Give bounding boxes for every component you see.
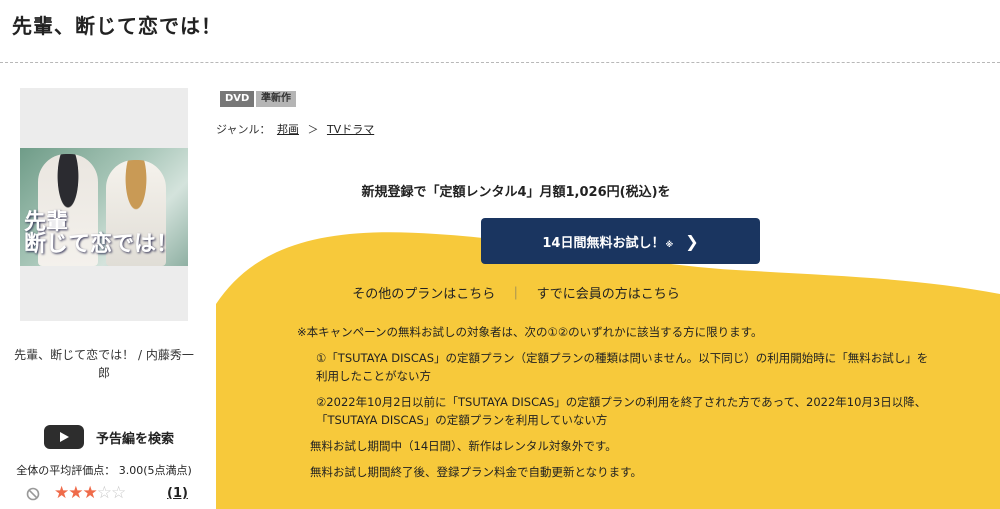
new-release-badge: 準新作 (256, 91, 296, 107)
star-filled-icon: ★ (82, 483, 98, 503)
notes-item1-line1: ①「TSUTAYA DISCAS」の定額プラン（定額プランの種類は問いません。以… (316, 351, 929, 365)
member-login-link[interactable]: すでに会員の方はこちら (537, 287, 680, 302)
notes-item2-line2: 「TSUTAYA DISCAS」の定額プランを利用していない方 (316, 413, 608, 427)
star-rating: ★★★☆☆ (54, 483, 126, 503)
not-interested-icon[interactable] (26, 486, 40, 505)
page-title: 先輩、断じて恋では！ (12, 14, 222, 38)
free-trial-label: 14日間無料お試し！ (542, 235, 665, 251)
campaign-notes: ※本キャンペーンの無料お試しの対象者は、次の①②のいずれかに該当する方に限ります… (297, 323, 928, 481)
free-trial-note: ※ (665, 239, 674, 249)
notes-item2-line1: ②2022年10月2日以前に「TSUTAYA DISCAS」の定額プランの利用を… (316, 395, 927, 409)
divider (0, 62, 1000, 63)
genre-link-tv-drama[interactable]: TVドラマ (327, 123, 374, 136)
star-filled-icon: ★ (68, 483, 83, 503)
jacket-caption: 先輩、断じて恋では！ / 内藤秀一郎 (14, 348, 194, 380)
jacket-artwork: 先輩 断じて恋では！ (20, 148, 188, 266)
dvd-badge: DVD (220, 91, 255, 107)
notes-intro: ※本キャンペーンの無料お試しの対象者は、次の①②のいずれかに該当する方に限ります… (297, 325, 763, 339)
notes-item1-line2: 利用したことがない方 (316, 369, 431, 383)
review-count-link[interactable]: (1) (167, 486, 188, 501)
genre-separator: ＞ (307, 123, 319, 136)
chevron-right-icon: ❯ (685, 231, 699, 251)
star-empty-icon: ☆ (96, 483, 112, 503)
plan-links: その他のプランはこちら ｜ すでに会員の方はこちら (216, 283, 816, 302)
genre-breadcrumb: ジャンル： 邦画 ＞ TVドラマ (216, 121, 377, 137)
genre-label: ジャンル： (216, 123, 271, 136)
star-filled-icon: ★ (54, 483, 69, 503)
star-empty-icon: ☆ (111, 483, 126, 503)
jacket-image[interactable]: 先輩 断じて恋では！ (20, 88, 188, 321)
average-rating: 全体の平均評価点： 3.00(5点満点) (16, 464, 192, 477)
jacket-art-title: 先輩 断じて恋では！ (24, 210, 179, 257)
promo-heading: 新規登録で「定額レンタル4」月額1,026円(税込)を (361, 185, 671, 200)
play-icon (44, 425, 84, 449)
genre-link-japanese-film[interactable]: 邦画 (277, 123, 299, 136)
trailer-search-link[interactable]: 予告編を検索 (44, 425, 174, 449)
notes-trial-period: 無料お試し期間中（14日間）、新作はレンタル対象外です。 (310, 439, 617, 453)
free-trial-button[interactable]: 14日間無料お試し！ ※ ❯ (481, 218, 760, 264)
trailer-search-label: 予告編を検索 (96, 431, 175, 447)
link-separator: ｜ (509, 287, 523, 302)
notes-auto-renewal: 無料お試し期間終了後、登録プラン料金で自動更新となります。 (310, 465, 643, 479)
other-plans-link[interactable]: その他のプランはこちら (352, 287, 495, 302)
